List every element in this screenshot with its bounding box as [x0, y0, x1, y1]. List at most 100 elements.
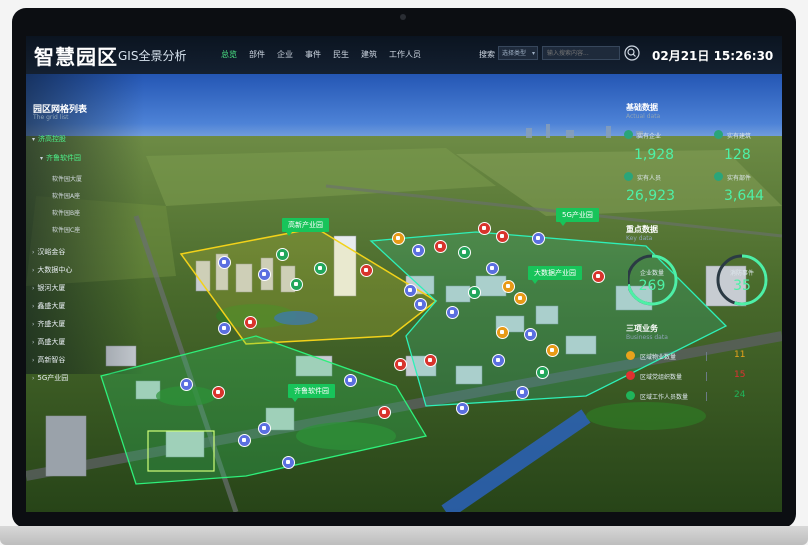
map-marker-icon[interactable] [496, 326, 509, 339]
tree-item[interactable]: › 高新智谷 [32, 355, 65, 365]
tree-item[interactable]: ▾ 齐鲁软件园 [40, 153, 81, 163]
party-icon [626, 371, 635, 380]
nav-tab-overview[interactable]: 总览 [221, 49, 237, 60]
part-icon [714, 172, 723, 181]
tree-item[interactable]: 软件园C座 [52, 225, 80, 234]
nav-tab-enterprises[interactable]: 企业 [277, 49, 293, 60]
map-marker-icon[interactable] [218, 322, 231, 335]
map-marker-icon[interactable] [592, 270, 605, 283]
map-marker-icon[interactable] [478, 222, 491, 235]
map-marker-icon[interactable] [492, 354, 505, 367]
property-icon [626, 351, 635, 360]
chevron-down-icon: ▾ [531, 50, 535, 57]
map-marker-icon[interactable] [314, 262, 327, 275]
tree-item[interactable]: › 高盛大厦 [32, 337, 65, 347]
datetime-display: 02月21日 15:26:30 [652, 49, 774, 63]
map-marker-icon[interactable] [258, 422, 271, 435]
tree-item[interactable]: ▾ 济高控股 [32, 134, 66, 144]
stat-label: 实有部件 [727, 175, 752, 182]
map-marker-icon[interactable] [532, 232, 545, 245]
camera-icon [400, 14, 406, 20]
map-marker-icon[interactable] [344, 374, 357, 387]
nav-tab-livelihood[interactable]: 民生 [333, 49, 349, 60]
tree-item[interactable]: 软件园B座 [52, 208, 80, 217]
ring-label: 消防事件 [729, 270, 754, 277]
tree-item[interactable]: › 大数据中心 [32, 265, 72, 275]
map-marker-icon[interactable] [424, 354, 437, 367]
nav-tab-events[interactable]: 事件 [305, 49, 321, 60]
map-marker-icon[interactable] [516, 386, 529, 399]
nav-tab-parts[interactable]: 部件 [249, 49, 265, 60]
search-label: 搜索 [479, 50, 495, 59]
zone-label-high-tech[interactable]: 高新产业园 [282, 218, 329, 236]
map-marker-icon[interactable] [290, 278, 303, 291]
tree-item[interactable]: 软件园A座 [52, 191, 80, 200]
tree-item[interactable]: › 银河大厦 [32, 283, 65, 293]
staff-icon [626, 391, 635, 400]
map-marker-icon[interactable] [486, 262, 499, 275]
map-marker-icon[interactable] [434, 240, 447, 253]
divider [706, 352, 707, 361]
zone-label-5g[interactable]: 5G产业园 [556, 208, 599, 226]
map-marker-icon[interactable] [546, 344, 559, 357]
tree-item[interactable]: › 5G产业园 [32, 373, 68, 383]
ring-value: 269 [638, 278, 666, 294]
business-row: 区域党组织数量 15 [626, 370, 766, 382]
map-marker-icon[interactable] [212, 386, 225, 399]
building-icon [624, 130, 633, 139]
zone-label-big-data[interactable]: 大数据产业园 [528, 266, 582, 284]
basic-data-subtitle: Actual data [626, 113, 661, 120]
map-marker-icon[interactable] [244, 316, 257, 329]
stat-label: 实有人员 [637, 175, 662, 182]
map-marker-icon[interactable] [496, 230, 509, 243]
tree-item[interactable]: › 汉峪金谷 [32, 247, 65, 257]
search-type-select[interactable]: 选择类型 ▾ [498, 46, 538, 60]
app-subtitle: GIS全景分析 [118, 49, 187, 63]
grid-list-subtitle: The grid list [33, 114, 69, 121]
map-marker-icon[interactable] [282, 456, 295, 469]
search-input[interactable] [542, 46, 620, 60]
map-marker-icon[interactable] [218, 256, 231, 269]
business-label: 区域党组织数量 [640, 374, 683, 381]
map-marker-icon[interactable] [394, 358, 407, 371]
nav-tab-buildings[interactable]: 建筑 [361, 49, 377, 60]
stat-value: 3,644 [724, 188, 765, 204]
app-logo: 智慧园区 [34, 45, 118, 69]
laptop-base [0, 526, 808, 545]
key-data-title: 重点数据 [626, 225, 658, 234]
tree-item[interactable]: 软件园大厦 [52, 174, 82, 183]
stat-value: 128 [724, 147, 751, 163]
stat-value: 26,923 [626, 188, 675, 204]
map-marker-icon[interactable] [414, 298, 427, 311]
map-marker-icon[interactable] [378, 406, 391, 419]
map-marker-icon[interactable] [412, 244, 425, 257]
map-marker-icon[interactable] [238, 434, 251, 447]
map-marker-icon[interactable] [458, 246, 471, 259]
stat-label: 实有建筑 [727, 133, 752, 140]
map-marker-icon[interactable] [456, 402, 469, 415]
nav-tab-staff[interactable]: 工作人员 [389, 49, 421, 60]
business-label: 区域工作人员数量 [640, 394, 689, 401]
business-value: 11 [734, 350, 746, 360]
map-marker-icon[interactable] [446, 306, 459, 319]
map-marker-icon[interactable] [536, 366, 549, 379]
zone-label-qilu-software[interactable]: 齐鲁软件园 [288, 384, 335, 402]
map-marker-icon[interactable] [502, 280, 515, 293]
person-icon [624, 172, 633, 181]
map-marker-icon[interactable] [360, 264, 373, 277]
business-value: 15 [734, 370, 746, 380]
map-marker-icon[interactable] [258, 268, 271, 281]
map-marker-icon[interactable] [524, 328, 537, 341]
search-icon[interactable] [624, 45, 640, 61]
map-marker-icon[interactable] [276, 248, 289, 261]
tree-item[interactable]: › 鑫盛大厦 [32, 301, 65, 311]
business-subtitle: Business data [626, 334, 668, 341]
search-type-value: 选择类型 [502, 50, 527, 57]
map-marker-icon[interactable] [180, 378, 193, 391]
map-marker-icon[interactable] [468, 286, 481, 299]
map-marker-icon[interactable] [514, 292, 527, 305]
map-marker-icon[interactable] [404, 284, 417, 297]
ring-value: 35 [733, 278, 751, 294]
map-marker-icon[interactable] [392, 232, 405, 245]
tree-item[interactable]: › 齐盛大厦 [32, 319, 65, 329]
